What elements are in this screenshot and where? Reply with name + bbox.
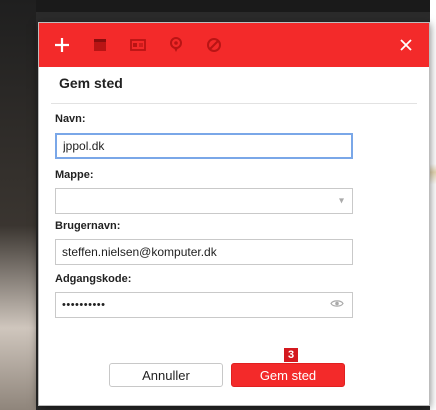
- eye-icon[interactable]: [330, 299, 344, 312]
- location-pin-icon[interactable]: [159, 23, 193, 67]
- username-label: Brugernavn:: [55, 220, 121, 232]
- dialog-title: Gem sted: [59, 75, 123, 91]
- password-field[interactable]: ••••••••••: [55, 292, 353, 318]
- step-badge: 3: [284, 348, 298, 362]
- plus-icon[interactable]: [45, 23, 79, 67]
- dialog-toolbar: [39, 23, 429, 67]
- card-icon[interactable]: [121, 23, 155, 67]
- name-input[interactable]: [63, 139, 345, 153]
- name-label: Navn:: [55, 113, 86, 125]
- close-icon[interactable]: [389, 23, 423, 67]
- folder-select[interactable]: ▾: [55, 188, 353, 214]
- background-right-strip: [430, 0, 436, 410]
- username-field[interactable]: [55, 239, 353, 265]
- password-label: Adgangskode:: [55, 273, 132, 285]
- background-left-strip: [0, 0, 36, 410]
- name-field[interactable]: [55, 133, 353, 159]
- chevron-down-icon[interactable]: ▾: [339, 196, 344, 207]
- save-site-button[interactable]: Gem sted: [231, 363, 345, 387]
- note-icon[interactable]: [83, 23, 117, 67]
- cancel-button[interactable]: Annuller: [109, 363, 223, 387]
- save-site-dialog: Gem sted Navn: Mappe: ▾ Brugernavn: Adga…: [38, 22, 430, 406]
- background-top-bar: [0, 0, 436, 12]
- username-input[interactable]: [62, 245, 346, 259]
- block-icon[interactable]: [197, 23, 231, 67]
- title-divider: [51, 103, 417, 104]
- password-input[interactable]: ••••••••••: [62, 299, 106, 311]
- folder-label: Mappe:: [55, 169, 94, 181]
